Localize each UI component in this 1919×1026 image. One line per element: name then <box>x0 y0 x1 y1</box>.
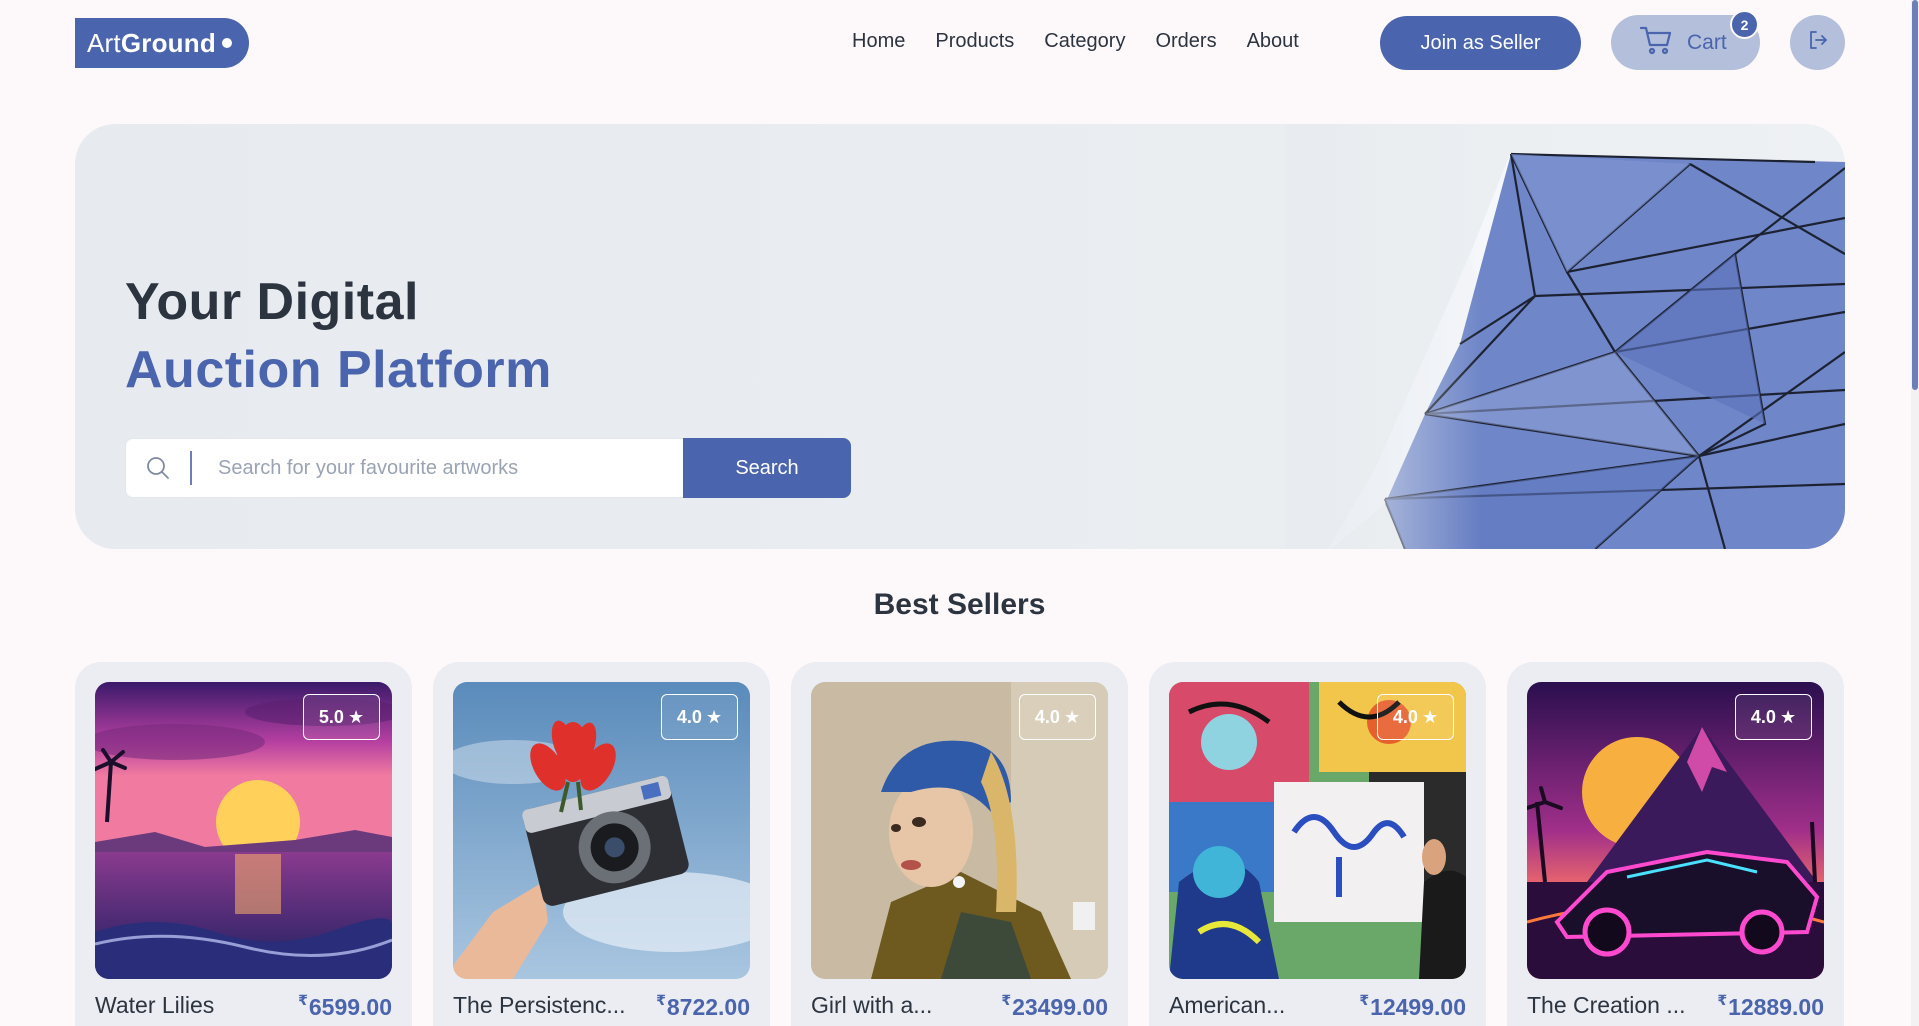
price-value: 6599.00 <box>308 994 392 1020</box>
currency-symbol: ₹ <box>1001 992 1012 1008</box>
product-name: Girl with a... <box>811 992 933 1018</box>
product-name: The Creation ... <box>1527 992 1686 1018</box>
rating-value: 4.0 <box>1392 706 1418 727</box>
hero-title-line2: Auction Platform <box>125 341 552 399</box>
brand-name-bold: Ground <box>120 27 216 58</box>
product-image: 4.0 ★ <box>811 682 1108 979</box>
brand-dot <box>221 38 232 48</box>
nav-products[interactable]: Products <box>935 30 1014 53</box>
search-icon <box>126 438 190 498</box>
search-button[interactable]: Search <box>683 438 851 498</box>
star-icon: ★ <box>1421 706 1439 727</box>
navbar: Art Ground Home Products Category Orders … <box>0 0 1911 86</box>
nav-links: Home Products Category Orders About <box>852 30 1299 53</box>
nav-category[interactable]: Category <box>1044 30 1125 53</box>
rating-badge: 4.0 ★ <box>1735 694 1812 740</box>
product-price: ₹23499.00 <box>1001 992 1108 1021</box>
scrollbar[interactable] <box>1911 0 1919 1026</box>
best-sellers-title: Best Sellers <box>873 588 1046 621</box>
product-price: ₹6599.00 <box>298 992 392 1021</box>
product-card[interactable]: 5.0 ★ Water Lilies ₹6599.00 <box>75 662 412 1026</box>
price-value: 8722.00 <box>666 994 750 1020</box>
star-icon: ★ <box>1779 706 1797 727</box>
currency-symbol: ₹ <box>298 992 308 1008</box>
currency-symbol: ₹ <box>656 992 666 1008</box>
logout-icon <box>1807 29 1829 56</box>
rating-badge: 4.0 ★ <box>1377 694 1454 740</box>
best-sellers-list: 5.0 ★ Water Lilies ₹6599.00 4.0 ★ The Pe… <box>75 662 1844 1026</box>
nav-about[interactable]: About <box>1247 30 1299 53</box>
scrollbar-thumb[interactable] <box>1912 0 1918 390</box>
cart-count-badge: 2 <box>1730 10 1759 39</box>
star-icon: ★ <box>1063 706 1081 727</box>
product-card[interactable]: 4.0 ★ American... ₹12499.00 <box>1149 662 1486 1026</box>
currency-symbol: ₹ <box>1717 992 1728 1008</box>
rating-badge: 5.0 ★ <box>303 694 380 740</box>
price-value: 12889.00 <box>1728 994 1824 1020</box>
product-image: 4.0 ★ <box>1527 682 1824 979</box>
product-price: ₹12889.00 <box>1717 992 1824 1021</box>
star-icon: ★ <box>705 706 723 727</box>
nav-home[interactable]: Home <box>852 30 905 53</box>
cart-icon <box>1639 25 1673 61</box>
search-input[interactable] <box>192 440 684 496</box>
product-card[interactable]: 4.0 ★ The Persistenc... ₹8722.00 <box>433 662 770 1026</box>
search-bar <box>125 438 685 498</box>
product-card[interactable]: 4.0 ★ Girl with a... ₹23499.00 <box>791 662 1128 1026</box>
price-value: 23499.00 <box>1012 994 1108 1020</box>
product-card[interactable]: 4.0 ★ The Creation ... ₹12889.00 <box>1507 662 1844 1026</box>
brand-logo[interactable]: Art Ground <box>75 18 249 68</box>
product-image: 5.0 ★ <box>95 682 392 979</box>
logout-button[interactable] <box>1790 15 1845 70</box>
product-name: The Persistenc... <box>453 992 626 1018</box>
join-as-seller-button[interactable]: Join as Seller <box>1380 16 1581 70</box>
hero-banner: Your Digital Auction Platform Search <box>75 124 1845 549</box>
rating-badge: 4.0 ★ <box>661 694 738 740</box>
hero-title-line1: Your Digital <box>125 273 419 331</box>
product-name: Water Lilies <box>95 992 215 1018</box>
price-value: 12499.00 <box>1370 994 1466 1020</box>
product-price: ₹8722.00 <box>656 992 750 1021</box>
product-image: 4.0 ★ <box>1169 682 1466 979</box>
nav-orders[interactable]: Orders <box>1155 30 1216 53</box>
product-name: American... <box>1169 992 1286 1018</box>
rating-value: 5.0 <box>318 706 344 727</box>
rating-value: 4.0 <box>676 706 702 727</box>
rating-badge: 4.0 ★ <box>1019 694 1096 740</box>
star-icon: ★ <box>347 706 365 727</box>
rating-value: 4.0 <box>1034 706 1060 727</box>
rating-value: 4.0 <box>1750 706 1776 727</box>
cart-label: Cart <box>1687 30 1727 54</box>
brand-name-light: Art <box>87 27 121 58</box>
hero-architecture-image <box>1285 124 1845 549</box>
currency-symbol: ₹ <box>1359 992 1370 1008</box>
product-image: 4.0 ★ <box>453 682 750 979</box>
product-price: ₹12499.00 <box>1359 992 1466 1021</box>
